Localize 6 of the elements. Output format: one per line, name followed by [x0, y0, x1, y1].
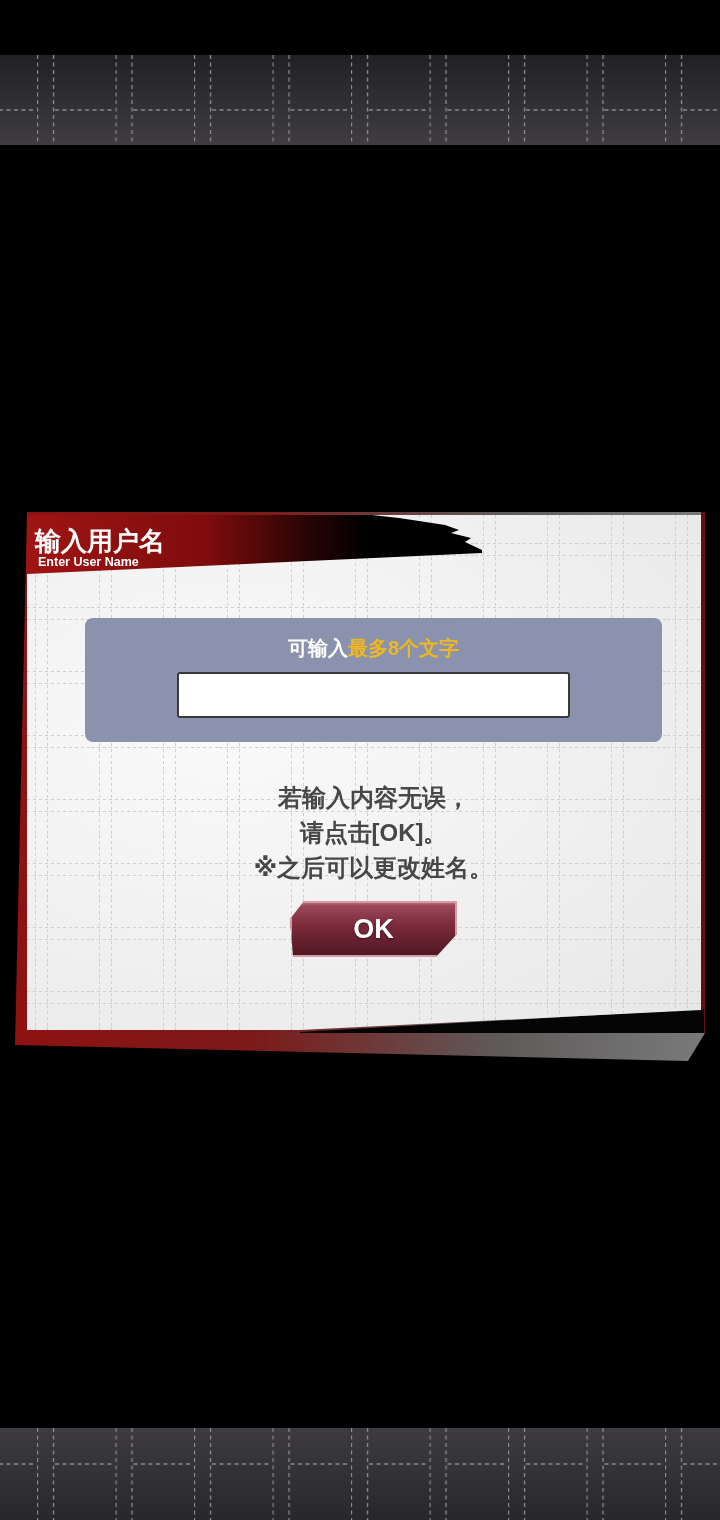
confirm-message: 若输入内容无误， 请点击[OK]。 ※之后可以更改姓名。	[253, 783, 494, 883]
dialog-subtitle: Enter User Name	[38, 556, 139, 569]
dialog-title: 输入用户名	[35, 526, 165, 556]
ok-button[interactable]: OK	[290, 901, 457, 957]
input-hint: 可输入最多8个文字	[287, 636, 460, 660]
name-input-field[interactable]	[177, 672, 570, 718]
